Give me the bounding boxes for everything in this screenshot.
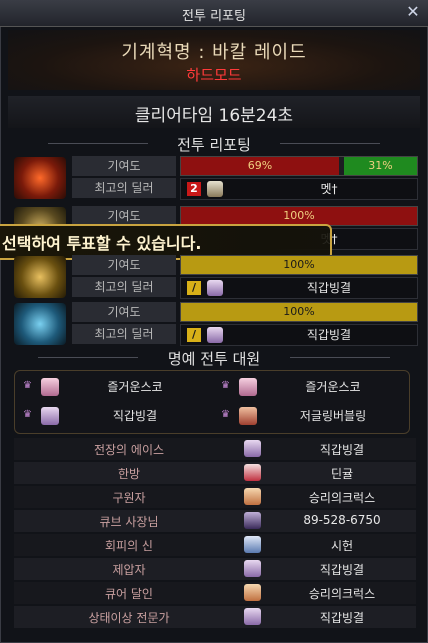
title-bar[interactable]: 전투 리포팅 ✕ [0, 0, 428, 27]
party-row[interactable]: 기여도 최고의 딜러 69% 31% 2 멧† [10, 156, 418, 202]
award-title: 상태이상 전문가 [88, 611, 170, 625]
best-dealer-label: 최고의 딜러 [72, 277, 176, 297]
close-icon[interactable]: ✕ [404, 3, 422, 21]
award-player: 시헌 [330, 539, 354, 553]
avatar [207, 327, 223, 343]
rank-badge: 2 [187, 182, 201, 196]
honor-member[interactable]: ♛ 즐거운스코 [15, 374, 209, 400]
section-title: 명예 전투 대원 [167, 350, 261, 368]
award-row[interactable]: 큐어 달인 승리의크럭스 [14, 582, 416, 604]
avatar [244, 560, 261, 577]
best-dealer-box[interactable]: / 직갑빙결 [180, 324, 418, 346]
contribution-bar: 100% [180, 302, 418, 322]
contribution-label: 기여도 [72, 255, 176, 275]
avatar [239, 407, 257, 425]
contribution-fill-a: 100% [181, 303, 417, 321]
award-title: 제압자 [112, 563, 146, 577]
honor-section-header: 명예 전투 대원 [8, 346, 420, 368]
award-title: 전장의 에이스 [93, 443, 165, 457]
award-row[interactable]: 회피의 신 시헌 [14, 534, 416, 556]
award-player: 승리의크럭스 [308, 491, 376, 505]
honor-member[interactable]: ♛ 직갑빙결 [15, 403, 209, 429]
award-row[interactable]: 전장의 에이스 직갑빙결 [14, 438, 416, 460]
avatar [244, 608, 261, 625]
window-title: 전투 리포팅 [182, 9, 246, 24]
contribution-label: 기여도 [72, 156, 176, 176]
best-dealer-box[interactable]: / 직갑빙결 [180, 277, 418, 299]
award-player: 직갑빙결 [319, 611, 365, 625]
award-player: 딘귤 [330, 467, 354, 481]
contribution-fill-a: 100% [181, 256, 417, 274]
rank-badge: / [187, 281, 201, 295]
award-player: 직갑빙결 [319, 443, 365, 457]
award-title: 큐어 달인 [105, 587, 153, 601]
crown-icon: ♛ [221, 380, 230, 391]
avatar [244, 488, 261, 505]
section-title: 전투 리포팅 [177, 136, 251, 154]
clear-time-panel: 클리어타임 16분24초 [8, 96, 420, 128]
fire-emblem-icon [14, 157, 66, 199]
contribution-fill-a: 69% [181, 157, 339, 175]
award-player: 승리의크럭스 [308, 587, 376, 601]
award-row[interactable]: 제압자 직갑빙결 [14, 558, 416, 580]
avatar [41, 407, 59, 425]
contribution-bar: 100% [180, 255, 418, 275]
report-section-header: 전투 리포팅 [8, 132, 420, 154]
ice-emblem-icon [14, 303, 66, 345]
best-dealer-box[interactable]: 2 멧† [180, 178, 418, 200]
honor-member-name: 즐거운스코 [305, 380, 361, 394]
divider [280, 143, 380, 144]
contribution-bar: 69% 31% [180, 156, 418, 176]
honor-member[interactable]: ♛ 저글링버블링 [213, 403, 407, 429]
rank-badge: / [187, 328, 201, 342]
crown-icon: ♛ [23, 380, 32, 391]
contribution-fill-b: 31% [344, 157, 417, 175]
party-row[interactable]: 기여도 최고의 딜러 100% / 직갑빙결 [10, 302, 418, 348]
party-row[interactable]: 기여도 최고의 딜러 100% / 직갑빙결 [10, 255, 418, 301]
divider [290, 357, 390, 358]
best-dealer-label: 최고의 딜러 [72, 178, 176, 198]
contribution-label: 기여도 [72, 302, 176, 322]
vote-notice-text: 선택하여 투표할 수 있습니다. [2, 234, 202, 253]
raid-name: 기계혁명 : 바칼 레이드 [121, 42, 307, 63]
award-title: 큐브 사장님 [99, 515, 159, 529]
honor-member[interactable]: ♛ 즐거운스코 [213, 374, 407, 400]
best-dealer-label: 최고의 딜러 [72, 324, 176, 344]
award-title: 회피의 신 [105, 539, 153, 553]
honor-member-name: 직갑빙결 [112, 409, 158, 423]
avatar [207, 280, 223, 296]
avatar [244, 464, 261, 481]
avatar [244, 440, 261, 457]
crown-icon: ♛ [221, 409, 230, 420]
avatar [239, 378, 257, 396]
contribution-fill-a: 100% [181, 207, 417, 225]
honor-member-name: 저글링버블링 [299, 409, 367, 423]
avatar [207, 181, 223, 197]
gold-emblem-icon [14, 256, 66, 298]
raid-header: 기계혁명 : 바칼 레이드 하드모드 [8, 30, 420, 90]
award-player: 89-528-6750 [303, 513, 381, 527]
honor-members-panel: ♛ 즐거운스코 ♛ 즐거운스코 ♛ 직갑빙결 ♛ 저글링버블링 [14, 370, 410, 434]
crown-icon: ♛ [23, 409, 32, 420]
dealer-name: 멧† [320, 182, 338, 196]
dealer-name: 직갑빙결 [306, 328, 352, 342]
contribution-label: 기여도 [72, 206, 176, 226]
difficulty-label: 하드모드 [186, 66, 242, 84]
honor-member-name: 즐거운스코 [107, 380, 163, 394]
award-row[interactable]: 큐브 사장님 89-528-6750 [14, 510, 416, 532]
avatar [41, 378, 59, 396]
award-row[interactable]: 상태이상 전문가 직갑빙결 [14, 606, 416, 628]
avatar [244, 512, 261, 529]
avatar [244, 536, 261, 553]
dealer-name: 직갑빙결 [306, 281, 352, 295]
avatar [244, 584, 261, 601]
clear-time: 클리어타임 16분24초 [134, 106, 294, 126]
award-row[interactable]: 한방 딘귤 [14, 462, 416, 484]
award-title: 구원자 [112, 491, 146, 505]
contribution-bar: 100% [180, 206, 418, 226]
award-player: 직갑빙결 [319, 563, 365, 577]
award-title: 한방 [117, 467, 141, 481]
award-row[interactable]: 구원자 승리의크럭스 [14, 486, 416, 508]
